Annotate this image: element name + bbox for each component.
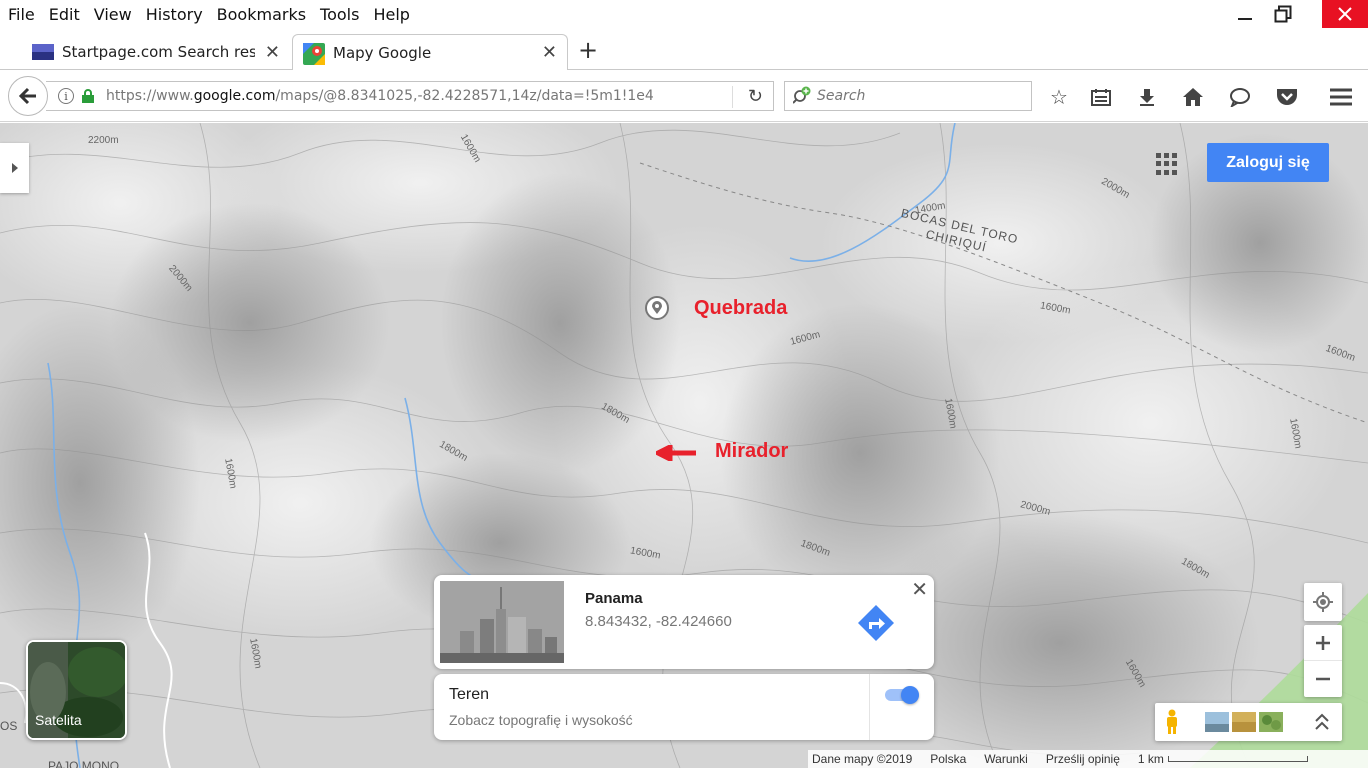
menu-view[interactable]: View [94,5,132,24]
my-location-button[interactable] [1304,583,1342,621]
terrain-subtitle: Zobacz topografię i wysokość [449,712,633,728]
contour-label: 2200m [88,135,119,146]
hamburger-menu-icon[interactable] [1328,84,1354,110]
url-host: google.com [193,88,276,104]
menu-bar: File Edit View History Bookmarks Tools H… [0,0,1368,28]
address-bar[interactable]: i https://www.google.com/maps/@8.8341025… [46,81,774,111]
apps-grid-icon[interactable] [1156,153,1178,175]
url-prefix: https://www. [106,88,194,104]
zoom-in-button[interactable] [1304,625,1342,661]
map-data-credit: Dane mapy ©2019 [812,752,913,766]
pegman-icon[interactable] [1163,709,1181,735]
terrain-card[interactable]: Teren Zobacz topografię i wysokość [434,674,934,740]
tab-title: Startpage.com Search res... [62,43,255,61]
menu-help[interactable]: Help [373,5,409,24]
feedback-link[interactable]: Prześlij opinię [1046,752,1120,766]
search-box[interactable]: Search [784,81,1032,111]
location-pin-icon[interactable] [645,296,669,320]
info-icon[interactable]: i [58,88,74,104]
side-panel-toggle[interactable] [0,143,29,193]
tab-bar: Startpage.com Search res... ✕ Mapy Googl… [0,28,1368,71]
place-name: Panama [585,590,643,607]
close-icon[interactable] [1322,0,1368,28]
restore-icon[interactable] [1260,0,1306,28]
country-link[interactable]: Polska [930,752,966,766]
back-button[interactable] [8,76,48,116]
map-footer: Dane mapy ©2019 Polska Warunki Prześlij … [808,750,1368,768]
tab-close-icon[interactable]: ✕ [542,42,557,63]
download-icon[interactable] [1134,84,1160,110]
scale-bar [1167,756,1308,762]
home-icon[interactable] [1180,84,1206,110]
close-icon[interactable]: ✕ [911,577,928,601]
zoom-out-button[interactable] [1304,661,1342,697]
place-coordinates: 8.843432, -82.424660 [585,613,732,630]
new-tab-icon[interactable]: + [578,36,598,64]
bookmark-star-icon[interactable]: ☆ [1046,84,1072,110]
chevron-up-double-icon[interactable] [1315,713,1329,731]
reading-list-icon[interactable] [1088,84,1114,110]
url-path: /maps/@8.8341025,-82.4228571,14z/data=!5… [275,88,654,104]
divider [869,674,870,740]
photo-layer-icon[interactable] [1205,712,1229,732]
place-thumbnail[interactable] [440,581,564,663]
separator [732,86,733,108]
menu-tools[interactable]: Tools [320,5,359,24]
terrain-layer-icon[interactable] [1232,712,1256,732]
tab-title: Mapy Google [333,43,432,62]
startpage-favicon [32,42,54,62]
terrain-title: Teren [449,686,490,703]
reload-icon[interactable]: ↻ [748,86,763,107]
map-canvas[interactable]: 2200m 1600m 2000m 1400m 1600m 1600m 1600… [0,123,1368,768]
menu-bookmarks[interactable]: Bookmarks [217,5,306,24]
lock-icon [82,89,94,103]
search-placeholder: Search [817,88,866,104]
sign-in-button[interactable]: Zaloguj się [1207,143,1329,182]
tab-close-icon[interactable]: ✕ [265,42,280,63]
minus-icon [1316,677,1330,681]
satellite-layer-button[interactable]: Satelita [26,640,127,740]
menu-file[interactable]: File [8,5,35,24]
url-text: https://www.google.com/maps/@8.8341025,-… [106,88,654,104]
directions-icon[interactable] [858,605,894,641]
annotation-mirador: Mirador [715,440,789,462]
annotation-arrow-icon [656,445,696,461]
scale-label[interactable]: 1 km [1138,752,1164,766]
place-info-card[interactable]: Panama 8.843432, -82.424660 ✕ [434,575,934,669]
terms-link[interactable]: Warunki [984,752,1028,766]
google-maps-favicon [303,42,325,65]
tab-google-maps[interactable]: Mapy Google ✕ [292,34,568,71]
tab-startpage[interactable]: Startpage.com Search res... ✕ [22,34,290,70]
zoom-controls [1304,625,1342,697]
plus-icon [1316,635,1330,650]
back-arrow-icon [18,87,36,105]
navigation-bar: i https://www.google.com/maps/@8.8341025… [0,70,1368,122]
place-label: PAJO MONO [48,759,120,768]
layers-bar [1155,703,1342,741]
terrain-toggle[interactable] [885,686,919,704]
annotation-quebrada: Quebrada [694,297,788,319]
chevron-right-icon [11,163,18,173]
search-icon [792,86,811,107]
satellite-layer-icon[interactable] [1259,712,1283,732]
menu-edit[interactable]: Edit [49,5,80,24]
toggle-knob [901,686,919,704]
chat-icon[interactable] [1227,84,1253,110]
place-label: OS [0,719,18,733]
menu-history[interactable]: History [146,5,203,24]
pocket-icon[interactable] [1274,84,1300,110]
my-location-icon [1313,592,1333,612]
satellite-label: Satelita [35,712,82,728]
